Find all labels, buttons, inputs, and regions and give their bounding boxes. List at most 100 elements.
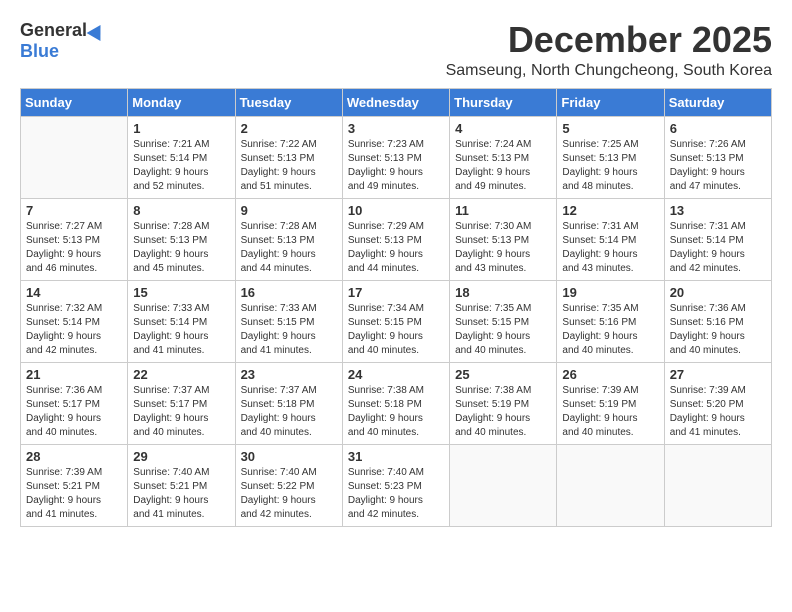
day-number: 14 <box>26 285 122 300</box>
day-info: Sunrise: 7:36 AMSunset: 5:16 PMDaylight:… <box>670 302 766 358</box>
day-number: 4 <box>455 121 551 136</box>
calendar-cell: 1 Sunrise: 7:21 AMSunset: 5:14 PMDaylight… <box>128 116 235 198</box>
day-number: 5 <box>562 121 658 136</box>
day-number: 18 <box>455 285 551 300</box>
day-info: Sunrise: 7:23 AMSunset: 5:13 PMDaylight:… <box>348 138 444 194</box>
calendar-cell: 23 Sunrise: 7:37 AMSunset: 5:18 PMDayligh… <box>235 362 342 444</box>
day-number: 24 <box>348 367 444 382</box>
calendar-cell: 27Sunrise: 7:39 AMSunset: 5:20 PMDayligh… <box>664 362 771 444</box>
calendar-cell: 16Sunrise: 7:33 AMSunset: 5:15 PMDayligh… <box>235 280 342 362</box>
day-number: 17 <box>348 285 444 300</box>
logo-blue-text: Blue <box>20 41 59 62</box>
day-number: 10 <box>348 203 444 218</box>
weekday-header-wednesday: Wednesday <box>342 88 449 116</box>
weekday-header-friday: Friday <box>557 88 664 116</box>
day-number: 2 <box>241 121 337 136</box>
calendar-cell: 2 Sunrise: 7:22 AMSunset: 5:13 PMDaylight… <box>235 116 342 198</box>
calendar-cell: 15 Sunrise: 7:33 AMSunset: 5:14 PMDayligh… <box>128 280 235 362</box>
day-info: Sunrise: 7:38 AMSunset: 5:18 PMDaylight:… <box>348 384 444 440</box>
calendar-table: SundayMondayTuesdayWednesdayThursdayFrid… <box>20 88 772 527</box>
day-info: Sunrise: 7:40 AMSunset: 5:22 PMDaylight:… <box>241 466 337 522</box>
day-number: 28 <box>26 449 122 464</box>
day-info: Sunrise: 7:36 AMSunset: 5:17 PMDaylight:… <box>26 384 122 440</box>
day-number: 9 <box>241 203 337 218</box>
weekday-header-monday: Monday <box>128 88 235 116</box>
calendar-week-row: 14 Sunrise: 7:32 AMSunset: 5:14 PMDayligh… <box>21 280 772 362</box>
day-info: Sunrise: 7:22 AMSunset: 5:13 PMDaylight:… <box>241 138 337 194</box>
calendar-cell: 7 Sunrise: 7:27 AMSunset: 5:13 PMDaylight… <box>21 198 128 280</box>
day-info: Sunrise: 7:39 AMSunset: 5:20 PMDaylight:… <box>670 384 766 440</box>
day-number: 11 <box>455 203 551 218</box>
day-info: Sunrise: 7:28 AMSunset: 5:13 PMDaylight:… <box>241 220 337 276</box>
logo: General Blue <box>20 20 105 62</box>
calendar-cell <box>21 116 128 198</box>
day-number: 7 <box>26 203 122 218</box>
calendar-cell: 8 Sunrise: 7:28 AMSunset: 5:13 PMDaylight… <box>128 198 235 280</box>
calendar-cell: 20 Sunrise: 7:36 AMSunset: 5:16 PMDayligh… <box>664 280 771 362</box>
day-info: Sunrise: 7:38 AMSunset: 5:19 PMDaylight:… <box>455 384 551 440</box>
day-info: Sunrise: 7:32 AMSunset: 5:14 PMDaylight:… <box>26 302 122 358</box>
day-number: 29 <box>133 449 229 464</box>
weekday-header-thursday: Thursday <box>450 88 557 116</box>
day-number: 19 <box>562 285 658 300</box>
day-info: Sunrise: 7:27 AMSunset: 5:13 PMDaylight:… <box>26 220 122 276</box>
day-info: Sunrise: 7:40 AMSunset: 5:23 PMDaylight:… <box>348 466 444 522</box>
day-info: Sunrise: 7:33 AMSunset: 5:14 PMDaylight:… <box>133 302 229 358</box>
day-number: 30 <box>241 449 337 464</box>
day-info: Sunrise: 7:21 AMSunset: 5:14 PMDaylight:… <box>133 138 229 194</box>
calendar-week-row: 7 Sunrise: 7:27 AMSunset: 5:13 PMDaylight… <box>21 198 772 280</box>
month-title: December 2025 <box>446 20 772 60</box>
calendar-cell: 14 Sunrise: 7:32 AMSunset: 5:14 PMDayligh… <box>21 280 128 362</box>
calendar-cell: 31 Sunrise: 7:40 AMSunset: 5:23 PMDayligh… <box>342 444 449 526</box>
calendar-week-row: 1 Sunrise: 7:21 AMSunset: 5:14 PMDaylight… <box>21 116 772 198</box>
calendar-cell: 22 Sunrise: 7:37 AMSunset: 5:17 PMDayligh… <box>128 362 235 444</box>
calendar-cell: 11 Sunrise: 7:30 AMSunset: 5:13 PMDayligh… <box>450 198 557 280</box>
day-info: Sunrise: 7:25 AMSunset: 5:13 PMDaylight:… <box>562 138 658 194</box>
day-info: Sunrise: 7:40 AMSunset: 5:21 PMDaylight:… <box>133 466 229 522</box>
day-info: Sunrise: 7:28 AMSunset: 5:13 PMDaylight:… <box>133 220 229 276</box>
calendar-cell: 12Sunrise: 7:31 AMSunset: 5:14 PMDayligh… <box>557 198 664 280</box>
calendar-cell <box>450 444 557 526</box>
day-number: 22 <box>133 367 229 382</box>
day-number: 1 <box>133 121 229 136</box>
day-number: 26 <box>562 367 658 382</box>
day-info: Sunrise: 7:30 AMSunset: 5:13 PMDaylight:… <box>455 220 551 276</box>
day-info: Sunrise: 7:39 AMSunset: 5:19 PMDaylight:… <box>562 384 658 440</box>
day-number: 23 <box>241 367 337 382</box>
calendar-cell: 17Sunrise: 7:34 AMSunset: 5:15 PMDayligh… <box>342 280 449 362</box>
location-title: Samseung, North Chungcheong, South Korea <box>446 62 772 80</box>
day-number: 8 <box>133 203 229 218</box>
weekday-header-sunday: Sunday <box>21 88 128 116</box>
day-info: Sunrise: 7:33 AMSunset: 5:15 PMDaylight:… <box>241 302 337 358</box>
day-number: 12 <box>562 203 658 218</box>
day-info: Sunrise: 7:24 AMSunset: 5:13 PMDaylight:… <box>455 138 551 194</box>
calendar-cell: 10 Sunrise: 7:29 AMSunset: 5:13 PMDayligh… <box>342 198 449 280</box>
day-number: 21 <box>26 367 122 382</box>
day-info: Sunrise: 7:29 AMSunset: 5:13 PMDaylight:… <box>348 220 444 276</box>
day-number: 25 <box>455 367 551 382</box>
logo-triangle-icon <box>87 20 108 40</box>
page-header: General Blue December 2025 Samseung, Nor… <box>20 20 772 80</box>
calendar-cell: 18Sunrise: 7:35 AMSunset: 5:15 PMDayligh… <box>450 280 557 362</box>
day-number: 20 <box>670 285 766 300</box>
day-info: Sunrise: 7:35 AMSunset: 5:16 PMDaylight:… <box>562 302 658 358</box>
title-area: December 2025 Samseung, North Chungcheon… <box>446 20 772 80</box>
calendar-cell: 25 Sunrise: 7:38 AMSunset: 5:19 PMDayligh… <box>450 362 557 444</box>
calendar-cell: 19 Sunrise: 7:35 AMSunset: 5:16 PMDayligh… <box>557 280 664 362</box>
calendar-week-row: 21 Sunrise: 7:36 AMSunset: 5:17 PMDayligh… <box>21 362 772 444</box>
day-number: 13 <box>670 203 766 218</box>
day-number: 15 <box>133 285 229 300</box>
calendar-cell: 21 Sunrise: 7:36 AMSunset: 5:17 PMDayligh… <box>21 362 128 444</box>
calendar-cell: 13Sunrise: 7:31 AMSunset: 5:14 PMDayligh… <box>664 198 771 280</box>
day-number: 3 <box>348 121 444 136</box>
day-number: 31 <box>348 449 444 464</box>
weekday-header-saturday: Saturday <box>664 88 771 116</box>
calendar-cell: 30 Sunrise: 7:40 AMSunset: 5:22 PMDayligh… <box>235 444 342 526</box>
calendar-cell: 4 Sunrise: 7:24 AMSunset: 5:13 PMDaylight… <box>450 116 557 198</box>
day-info: Sunrise: 7:37 AMSunset: 5:17 PMDaylight:… <box>133 384 229 440</box>
calendar-cell <box>557 444 664 526</box>
day-info: Sunrise: 7:39 AMSunset: 5:21 PMDaylight:… <box>26 466 122 522</box>
day-number: 6 <box>670 121 766 136</box>
day-info: Sunrise: 7:37 AMSunset: 5:18 PMDaylight:… <box>241 384 337 440</box>
calendar-cell: 3 Sunrise: 7:23 AMSunset: 5:13 PMDaylight… <box>342 116 449 198</box>
